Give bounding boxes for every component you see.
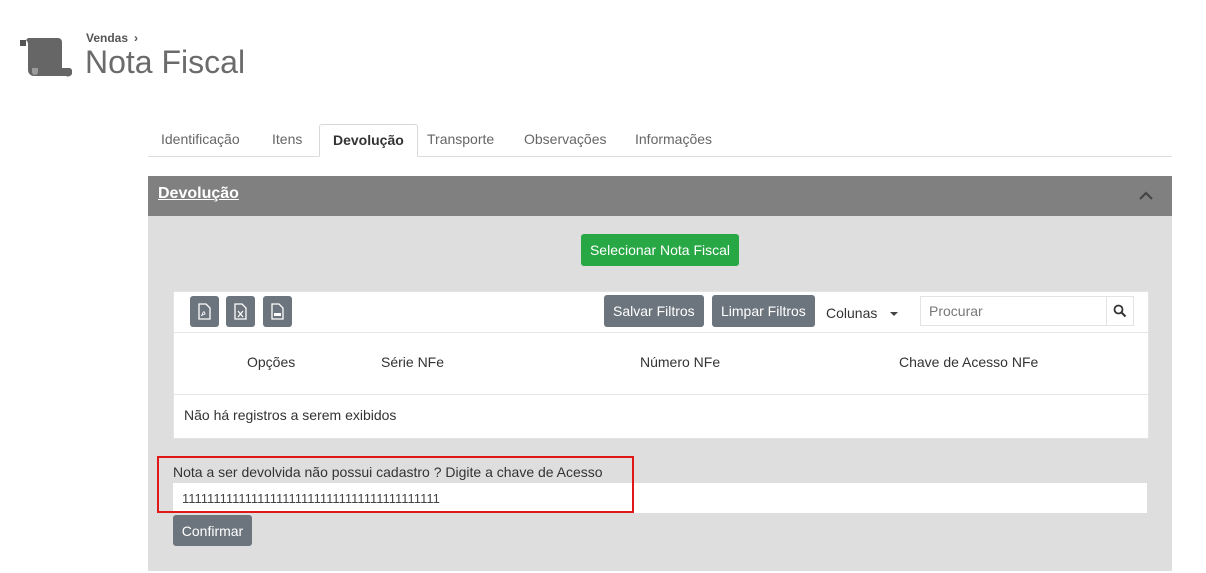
table-toolbar: Salvar Filtros Limpar Filtros Colunas — [174, 292, 1148, 333]
search-button[interactable] — [1106, 296, 1134, 326]
column-header-serie-nfe[interactable]: Série NFe — [381, 354, 444, 370]
confirm-button[interactable]: Confirmar — [173, 515, 252, 546]
access-key-input[interactable] — [173, 483, 1147, 513]
column-header-numero-nfe[interactable]: Número NFe — [640, 354, 720, 370]
search-input[interactable] — [920, 296, 1106, 326]
export-csv-button[interactable] — [263, 296, 292, 327]
breadcrumb-separator: › — [134, 31, 139, 45]
caret-down-icon[interactable] — [890, 312, 898, 316]
tab-itens[interactable]: Itens — [259, 124, 315, 155]
panel-title[interactable]: Devolução — [158, 185, 239, 203]
tab-bar: Identificação Itens Devolução Transporte… — [148, 124, 1172, 157]
data-table: Salvar Filtros Limpar Filtros Colunas Op… — [173, 291, 1149, 439]
tab-identificacao[interactable]: Identificação — [148, 124, 253, 155]
export-pdf-button[interactable] — [190, 296, 219, 327]
breadcrumb-item-vendas[interactable]: Vendas — [86, 31, 128, 45]
tab-informacoes[interactable]: Informações — [622, 124, 725, 155]
tab-observacoes[interactable]: Observações — [511, 124, 619, 155]
export-excel-button[interactable] — [226, 296, 255, 327]
clear-filters-button[interactable]: Limpar Filtros — [712, 295, 815, 327]
column-header-opcoes[interactable]: Opções — [247, 354, 295, 370]
scroll-icon — [18, 36, 73, 80]
panel-header[interactable]: Devolução — [148, 176, 1172, 216]
header-divider — [174, 394, 1148, 395]
column-header-chave-acesso-nfe[interactable]: Chave de Acesso NFe — [899, 354, 1038, 370]
tab-devolucao[interactable]: Devolução — [319, 124, 418, 157]
breadcrumb: Vendas › — [86, 31, 138, 45]
devolucao-panel: Devolução Selecionar Nota Fiscal Salvar … — [148, 176, 1172, 571]
tab-transporte[interactable]: Transporte — [414, 124, 507, 155]
page-title: Nota Fiscal — [85, 44, 246, 80]
chevron-up-icon[interactable] — [1138, 188, 1154, 204]
columns-dropdown[interactable]: Colunas — [826, 305, 877, 321]
save-filters-button[interactable]: Salvar Filtros — [604, 295, 704, 327]
empty-table-message: Não há registros a serem exibidos — [184, 407, 397, 423]
select-nota-fiscal-button[interactable]: Selecionar Nota Fiscal — [581, 234, 739, 266]
access-key-label: Nota a ser devolvida não possui cadastro… — [173, 464, 603, 480]
